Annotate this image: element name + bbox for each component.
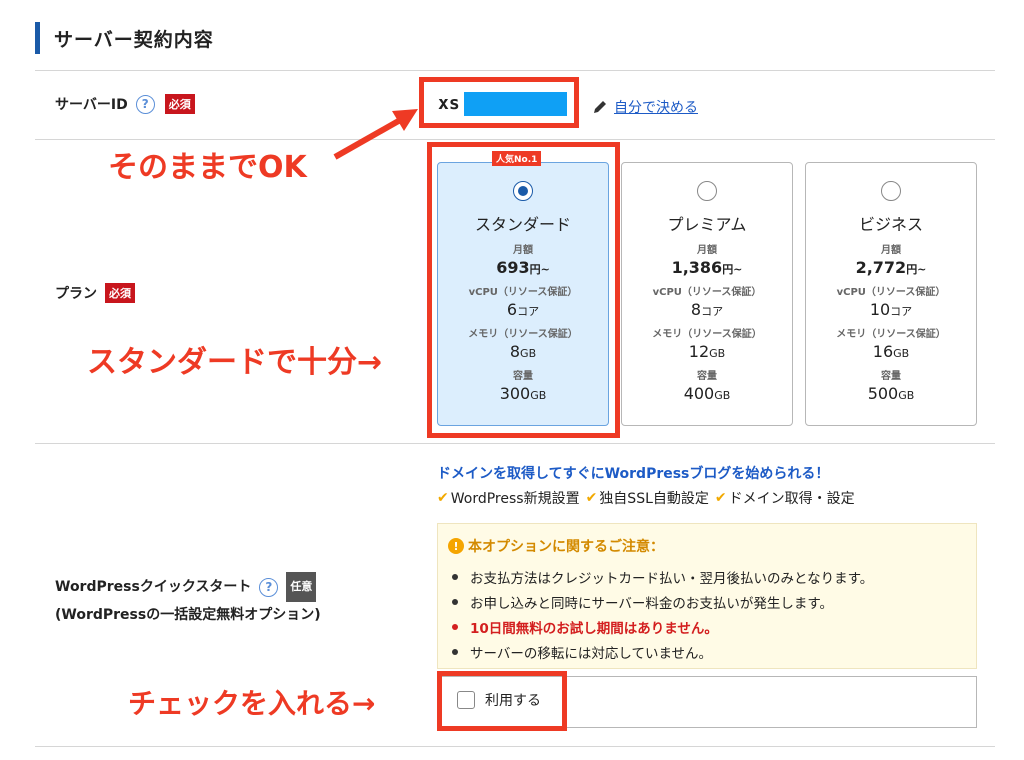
storage-label: 容量 xyxy=(881,371,901,382)
feature-item: ドメイン取得・設定 xyxy=(728,491,855,507)
annotation-server-id: そのままでOK xyxy=(108,150,307,185)
plan-cpu: 8コア xyxy=(622,300,792,319)
price-unit: 円~ xyxy=(906,263,927,276)
cpu-unit: コア xyxy=(890,305,913,318)
memory-unit: GB xyxy=(709,347,726,360)
cpu-unit: コア xyxy=(701,305,724,318)
wordpress-features: ✔ WordPress新規設置 ✔ 独自SSL自動設定 ✔ ドメイン取得・設定 xyxy=(437,488,861,508)
price-label: 月額 xyxy=(697,245,717,256)
notice-title: ! 本オプションに関するご注意： xyxy=(448,536,664,556)
storage-value: 400 xyxy=(683,384,715,403)
divider xyxy=(35,443,995,444)
price-value: 1,386 xyxy=(671,258,723,277)
storage-unit: GB xyxy=(898,389,915,402)
bullet-icon xyxy=(452,648,458,655)
section-title-text: サーバー契約内容 xyxy=(54,28,214,51)
notice-item-text: 10日間無料のお試し期間はありません。 xyxy=(470,620,718,637)
memory-value: 16 xyxy=(872,342,894,361)
edit-server-id-link[interactable]: 自分で決める xyxy=(592,97,698,117)
cpu-value: 8 xyxy=(690,300,702,319)
plan-radio[interactable] xyxy=(697,181,717,201)
question-circle-icon[interactable]: ? xyxy=(259,577,279,597)
list-item: お申し込みと同時にサーバー料金のお支払いが発生します。 xyxy=(452,589,873,614)
wordpress-label: WordPressクイックスタート xyxy=(55,579,252,595)
plan-card-premium[interactable]: プレミアム 月額 1,386円~ vCPU（リソース保証） 8コア メモリ（リソ… xyxy=(621,162,793,426)
plan-cpu: 10コア xyxy=(806,300,976,319)
pencil-icon xyxy=(594,101,606,113)
feature-item: WordPress新規設置 xyxy=(450,491,580,507)
plan-price: 1,386円~ xyxy=(622,258,792,277)
edit-server-id-link-label[interactable]: 自分で決める xyxy=(614,97,698,117)
wordpress-promo-text: ドメインを取得してすぐにWordPressブログを始められる！ xyxy=(437,466,830,482)
cpu-label: vCPU（リソース保証） xyxy=(836,287,946,298)
plan-card-business[interactable]: ビジネス 月額 2,772円~ vCPU（リソース保証） 10コア メモリ（リソ… xyxy=(805,162,977,426)
memory-unit: GB xyxy=(893,347,910,360)
required-badge: 必須 xyxy=(164,94,195,114)
divider xyxy=(35,139,995,140)
check-icon: ✔ xyxy=(714,490,727,506)
warning-icon: ! xyxy=(448,538,464,554)
memory-label: メモリ（リソース保証） xyxy=(652,329,762,340)
annotation-checkbox: チェックを入れる→ xyxy=(128,687,376,720)
memory-value: 12 xyxy=(688,342,710,361)
plan-name: ビジネス xyxy=(858,215,923,234)
list-item: お支払方法はクレジットカード払い・翌月後払いのみとなります。 xyxy=(452,564,873,589)
section-title-bar xyxy=(35,22,40,54)
wordpress-sublabel: (WordPressの一括設定無料オプション) xyxy=(55,607,321,623)
cpu-label: vCPU（リソース保証） xyxy=(652,287,762,298)
notice-item-text: サーバーの移転には対応していません。 xyxy=(470,645,713,662)
plan-label-group: プラン 必須 xyxy=(55,283,135,303)
price-value: 2,772 xyxy=(855,258,907,277)
notice-title-text: 本オプションに関するご注意： xyxy=(468,539,664,555)
notice-list: お支払方法はクレジットカード払い・翌月後払いのみとなります。 お申し込みと同時に… xyxy=(452,564,873,664)
optional-badge: 任意 xyxy=(286,572,317,602)
plan-storage: 500GB xyxy=(806,384,976,403)
bullet-icon xyxy=(452,623,458,630)
annotation-box-checkbox xyxy=(437,671,567,731)
plan-label: プラン xyxy=(55,286,97,302)
bullet-icon xyxy=(452,598,458,605)
plan-name: プレミアム xyxy=(667,215,747,234)
list-item: 10日間無料のお試し期間はありません。 xyxy=(452,614,873,639)
price-label: 月額 xyxy=(881,245,901,256)
section-title: サーバー契約内容 xyxy=(35,20,214,56)
wordpress-label-group: WordPressクイックスタート ? 任意 (WordPressの一括設定無料… xyxy=(55,572,321,628)
bullet-icon xyxy=(452,573,458,580)
server-id-label-group: サーバーID ? 必須 xyxy=(55,94,195,114)
cpu-value: 10 xyxy=(869,300,891,319)
annotation-arrow xyxy=(333,109,418,160)
storage-unit: GB xyxy=(714,389,731,402)
annotation-plan: スタンダードで十分→ xyxy=(87,345,383,380)
divider xyxy=(35,70,995,71)
server-id-label: サーバーID xyxy=(55,97,128,113)
plan-radio[interactable] xyxy=(881,181,901,201)
check-icon: ✔ xyxy=(437,490,449,506)
feature-item: 独自SSL自動設定 xyxy=(599,491,709,507)
divider xyxy=(35,746,995,747)
notice-item-text: お支払方法はクレジットカード払い・翌月後払いのみとなります。 xyxy=(470,570,874,587)
popular-badge: 人気No.1 xyxy=(492,151,542,166)
check-icon: ✔ xyxy=(585,490,598,506)
question-circle-icon[interactable]: ? xyxy=(135,94,155,114)
required-badge: 必須 xyxy=(105,283,135,303)
annotation-box-server-id xyxy=(419,77,579,128)
storage-label: 容量 xyxy=(697,371,717,382)
price-unit: 円~ xyxy=(722,263,743,276)
plan-memory: 16GB xyxy=(806,342,976,361)
storage-value: 500 xyxy=(867,384,899,403)
plan-price: 2,772円~ xyxy=(806,258,976,277)
plan-storage: 400GB xyxy=(622,384,792,403)
annotation-box-plan xyxy=(427,142,620,438)
notice-box: ! 本オプションに関するご注意： お支払方法はクレジットカード払い・翌月後払いの… xyxy=(437,523,977,669)
notice-item-text: お申し込みと同時にサーバー料金のお支払いが発生します。 xyxy=(470,595,834,612)
list-item: サーバーの移転には対応していません。 xyxy=(452,639,873,664)
plan-memory: 12GB xyxy=(622,342,792,361)
memory-label: メモリ（リソース保証） xyxy=(836,329,946,340)
